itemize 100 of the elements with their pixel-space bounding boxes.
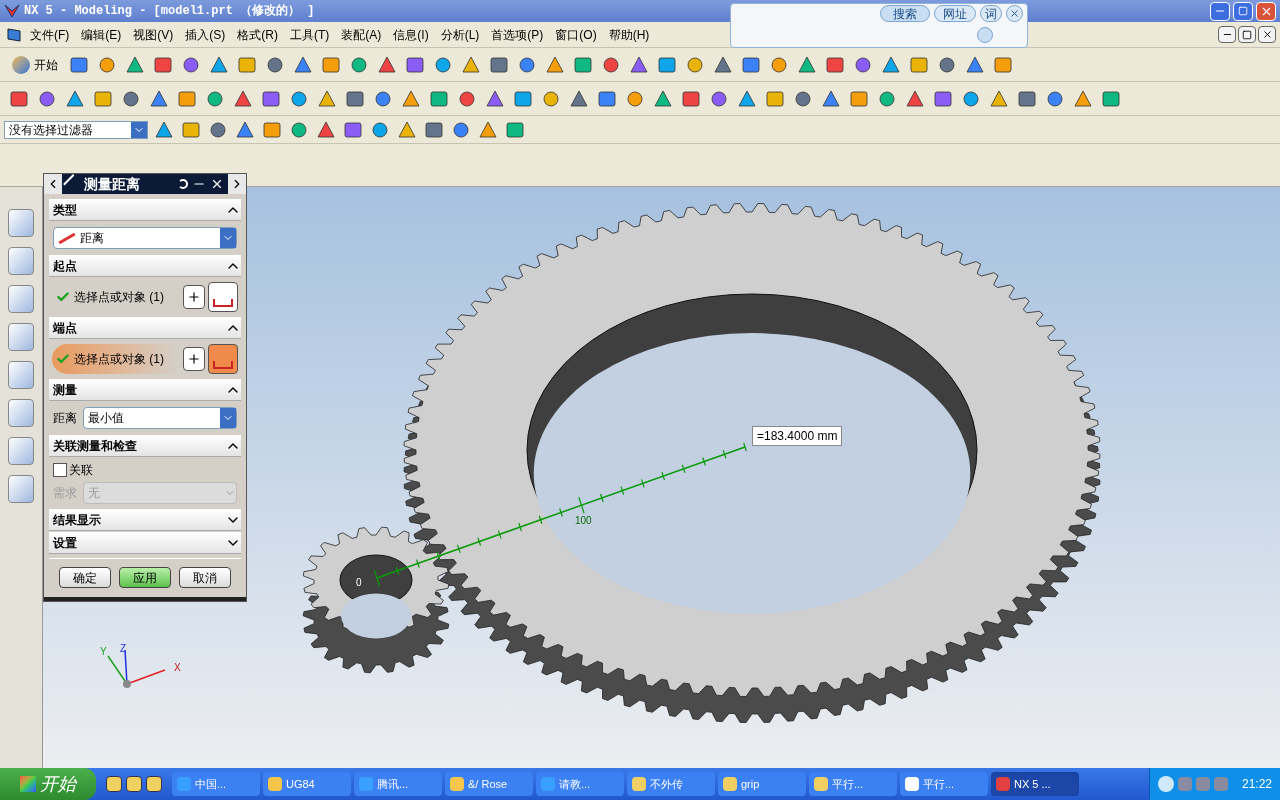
minimize-button[interactable]	[1218, 26, 1236, 43]
point-dialog-button[interactable]	[183, 285, 205, 309]
scale-label: 100	[575, 515, 592, 526]
scale-label: 0	[356, 577, 362, 588]
resource-bar-icon[interactable]	[8, 285, 34, 313]
axis-label: Y	[100, 646, 107, 657]
program-icon	[359, 777, 373, 791]
menu-item[interactable]: 文件(F)	[24, 25, 76, 44]
menu-item[interactable]: 编辑(E)	[75, 25, 128, 44]
selection-filter-dropdown[interactable]: 没有选择过滤器	[4, 120, 148, 139]
section-title: 端点	[53, 319, 77, 337]
inferred-point-button[interactable]	[208, 344, 238, 374]
logo-icon	[12, 55, 30, 74]
close-icon	[1261, 29, 1273, 40]
taskbar-button[interactable]: NX 5 ...	[991, 772, 1079, 796]
program-icon	[541, 777, 555, 791]
program-icon	[723, 777, 737, 791]
menu-item[interactable]: 首选项(P)	[485, 25, 550, 44]
menu-item[interactable]: 工具(T)	[284, 25, 336, 44]
taskbar-button[interactable]: 中国...	[172, 772, 260, 796]
axis-label: X	[174, 662, 181, 673]
section-title: 起点	[53, 257, 77, 275]
dialog-button[interactable]: 应用	[119, 567, 171, 588]
resource-bar-icon[interactable]	[8, 475, 34, 503]
taskbar-button[interactable]: 平行...	[900, 772, 988, 796]
menu-item[interactable]: 插入(S)	[179, 25, 232, 44]
dimension-icon	[213, 299, 233, 307]
restore-icon	[1238, 6, 1248, 16]
section-title: 类型	[53, 201, 77, 219]
taskbar-button[interactable]: &/ Rose	[445, 772, 533, 796]
close-icon	[1009, 8, 1020, 19]
program-icon	[632, 777, 646, 791]
section-title: 结果显示	[53, 511, 101, 529]
taskbar-button[interactable]: 不外传	[627, 772, 715, 796]
dialog-button[interactable]: 确定	[59, 567, 111, 588]
resource-bar-icon[interactable]	[8, 361, 34, 389]
axis-label: Z	[120, 643, 127, 654]
windows-logo-icon	[20, 776, 36, 792]
program-icon	[996, 777, 1010, 791]
show-hidden-icon[interactable]	[1157, 776, 1174, 792]
menu-item[interactable]: 帮助(H)	[602, 25, 656, 44]
close-button[interactable]	[1006, 5, 1023, 22]
program-icon	[268, 777, 282, 791]
restore-button[interactable]	[1238, 26, 1256, 43]
resource-bar-icon[interactable]	[8, 247, 34, 275]
distance-label: 距离	[53, 410, 77, 427]
app-logo-icon	[4, 3, 20, 19]
dialog-title: 测量距离	[84, 174, 141, 194]
clock: 21:22	[1241, 776, 1272, 793]
dialog-button[interactable]: 取消	[179, 567, 231, 588]
section-header[interactable]: 起点	[49, 255, 241, 277]
section-title: 测量	[53, 381, 77, 399]
point-dialog-button[interactable]	[183, 347, 205, 371]
resource-bar-icon[interactable]	[8, 323, 34, 351]
taskbar-button[interactable]: UG84	[263, 772, 351, 796]
check-icon	[56, 352, 70, 366]
taskbar-button[interactable]: 平行...	[809, 772, 897, 796]
close-button[interactable]	[1258, 26, 1276, 43]
section-title: 关联测量和检查	[53, 437, 137, 455]
search-button[interactable]: 搜索	[880, 5, 930, 22]
restore-icon	[1242, 29, 1252, 40]
section-header[interactable]: 结果显示	[49, 509, 241, 531]
section-header[interactable]: 测量	[49, 379, 241, 401]
section-header[interactable]: 设置	[49, 532, 241, 554]
section-header[interactable]: 端点	[49, 317, 241, 339]
start-button[interactable]: 开始	[8, 55, 62, 74]
menu-item[interactable]: 视图(V)	[127, 25, 180, 44]
word-button[interactable]: 词	[980, 5, 1002, 22]
dimension-icon	[213, 361, 233, 369]
grip-icon	[4, 25, 24, 44]
url-button[interactable]: 网址	[934, 5, 976, 22]
program-icon	[814, 777, 828, 791]
inferred-point-button[interactable]	[208, 282, 238, 312]
quick-launch-icon[interactable]	[106, 776, 122, 792]
taskbar-button[interactable]: 请教...	[536, 772, 624, 796]
plus-icon	[187, 352, 201, 366]
start-button[interactable]: 开始	[0, 768, 96, 800]
resource-bar-icon[interactable]	[8, 209, 34, 237]
section-title: 设置	[53, 534, 77, 552]
menu-item[interactable]: 信息(I)	[387, 25, 435, 44]
section-header[interactable]: 类型	[49, 199, 241, 221]
menu-item[interactable]: 装配(A)	[335, 25, 388, 44]
quick-launch-icon[interactable]	[126, 776, 142, 792]
measurement-label: =183.4000 mm	[752, 426, 843, 446]
menu-item[interactable]: 分析(L)	[434, 25, 486, 44]
taskbar-button[interactable]: grip	[718, 772, 806, 796]
distance-dropdown[interactable]: 最小值	[83, 407, 237, 429]
resource-bar-icon[interactable]	[8, 399, 34, 427]
point-selection-row[interactable]: 选择点或对象 (1)	[52, 282, 180, 312]
window-title: NX 5 - Modeling - [model1.prt （修改的） ]	[24, 3, 315, 20]
close-icon[interactable]	[210, 177, 224, 191]
type-dropdown[interactable]: 距离	[53, 227, 237, 249]
menu-item[interactable]: 格式(R)	[231, 25, 284, 44]
quick-launch-icon[interactable]	[146, 776, 162, 792]
plus-icon	[187, 290, 201, 304]
taskbar-button[interactable]: 腾讯...	[354, 772, 442, 796]
menu-item[interactable]: 窗口(O)	[549, 25, 603, 44]
reset-icon[interactable]	[178, 179, 188, 189]
check-icon	[56, 290, 70, 304]
resource-bar-icon[interactable]	[8, 437, 34, 465]
